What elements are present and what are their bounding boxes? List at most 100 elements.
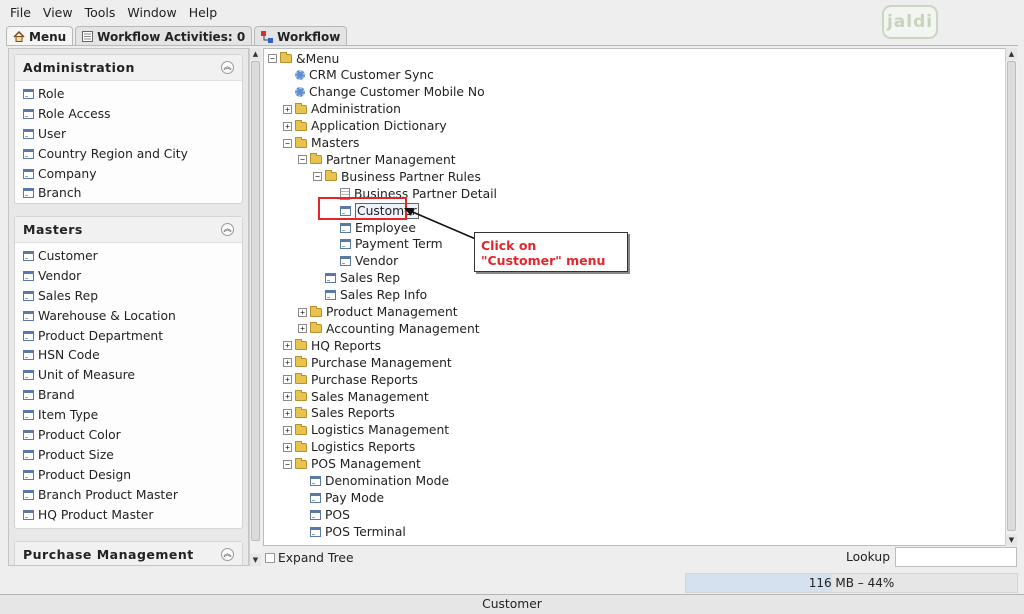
sidebar-item-company[interactable]: Company bbox=[15, 164, 242, 184]
expand-icon[interactable]: + bbox=[283, 375, 292, 385]
sidebar-item-role[interactable]: Role bbox=[15, 84, 242, 104]
tree-node[interactable]: + Accounting Management bbox=[298, 320, 480, 337]
collapse-icon[interactable]: − bbox=[298, 155, 307, 165]
scroll-down-icon[interactable]: ▼ bbox=[1006, 534, 1017, 546]
sidebar-item-country-region-city[interactable]: Country Region and City bbox=[15, 144, 242, 164]
window-icon bbox=[23, 410, 34, 421]
expand-icon[interactable]: + bbox=[283, 442, 292, 452]
tree-node[interactable]: + Application Dictionary bbox=[283, 118, 447, 135]
tree-node[interactable]: + Logistics Reports bbox=[283, 439, 415, 456]
sidebar-item-user[interactable]: User bbox=[15, 124, 242, 144]
tree-node-label: CRM Customer Sync bbox=[309, 68, 434, 83]
tree-node[interactable]: Change Customer Mobile No bbox=[283, 84, 485, 101]
section-purchase-management: Purchase Management ︽ bbox=[14, 541, 243, 565]
tree-node[interactable]: − &Menu bbox=[268, 50, 339, 67]
menu-view[interactable]: View bbox=[37, 5, 79, 20]
scroll-down-icon[interactable]: ▼ bbox=[250, 554, 261, 566]
tree-node[interactable]: + Purchase Reports bbox=[283, 371, 418, 388]
expand-tree-checkbox[interactable] bbox=[265, 553, 275, 563]
folder-icon bbox=[295, 339, 307, 351]
expand-icon[interactable]: + bbox=[298, 307, 307, 317]
tab-menu[interactable]: Menu bbox=[6, 26, 74, 46]
sidebar-item-vendor[interactable]: Vendor bbox=[15, 266, 242, 286]
sidebar-item-unit-of-measure[interactable]: Unit of Measure bbox=[15, 365, 242, 385]
collapse-icon[interactable]: − bbox=[268, 54, 277, 63]
expand-icon[interactable]: + bbox=[283, 425, 292, 435]
sidebar-item-branch-product-master[interactable]: Branch Product Master bbox=[15, 485, 242, 505]
sidebar-item-sales-rep[interactable]: Sales Rep bbox=[15, 286, 242, 306]
expand-icon[interactable]: + bbox=[283, 121, 292, 131]
tree-scroll-thumb[interactable] bbox=[1007, 61, 1016, 531]
tree-node[interactable]: POS Terminal bbox=[298, 523, 406, 540]
expand-icon[interactable]: + bbox=[283, 341, 292, 351]
tree-node[interactable]: + Sales Management bbox=[283, 388, 429, 405]
tree-node[interactable]: + Sales Reports bbox=[283, 405, 395, 422]
collapse-icon[interactable]: ︽ bbox=[221, 548, 234, 561]
sidebar-item-product-size[interactable]: Product Size bbox=[15, 445, 242, 465]
expand-icon[interactable]: + bbox=[283, 408, 292, 418]
tree-node[interactable]: Denomination Mode bbox=[298, 473, 449, 490]
sidebar-item-label: Role bbox=[38, 86, 65, 101]
menu-file[interactable]: File bbox=[4, 5, 37, 20]
tab-workflow-activities[interactable]: Workflow Activities: 0 bbox=[75, 26, 253, 46]
expand-icon[interactable]: + bbox=[298, 324, 307, 334]
expand-icon[interactable]: + bbox=[283, 104, 292, 114]
section-masters-header[interactable]: Masters ︽ bbox=[15, 217, 242, 243]
collapse-icon[interactable]: ︽ bbox=[221, 223, 234, 236]
tree-node[interactable]: Vendor bbox=[328, 253, 398, 270]
tree-node[interactable]: Sales Rep bbox=[313, 270, 400, 287]
scroll-up-icon[interactable]: ▲ bbox=[1006, 48, 1017, 60]
lookup-input[interactable] bbox=[895, 547, 1017, 567]
collapse-icon[interactable]: − bbox=[313, 172, 322, 182]
section-administration-header[interactable]: Administration ︽ bbox=[15, 55, 242, 81]
tree-node-label: Sales Management bbox=[311, 389, 429, 404]
tree-node[interactable]: + Logistics Management bbox=[283, 422, 449, 439]
expand-tree-toggle[interactable]: Expand Tree bbox=[265, 549, 354, 567]
section-purchase-management-header[interactable]: Purchase Management ︽ bbox=[15, 542, 242, 565]
sidebar-item-brand[interactable]: Brand bbox=[15, 385, 242, 405]
menu-window[interactable]: Window bbox=[121, 5, 182, 20]
scroll-up-icon[interactable]: ▲ bbox=[250, 48, 261, 60]
tree-node[interactable]: + Administration bbox=[283, 101, 401, 118]
tree-scrollbar[interactable]: ▲ ▼ bbox=[1005, 48, 1017, 546]
tree-node-label: Logistics Management bbox=[311, 423, 450, 438]
tree-node[interactable]: Sales Rep Info bbox=[313, 287, 427, 304]
sidebar-item-product-design[interactable]: Product Design bbox=[15, 465, 242, 485]
sidebar-item-product-color[interactable]: Product Color bbox=[15, 425, 242, 445]
sidebar-item-warehouse-location[interactable]: Warehouse & Location bbox=[15, 306, 242, 326]
sidebar-item-product-department[interactable]: Product Department bbox=[15, 326, 242, 346]
tab-workflow-activities-label: Workflow Activities: 0 bbox=[97, 29, 246, 44]
tree-node[interactable]: + HQ Reports bbox=[283, 337, 381, 354]
tree-node[interactable]: Pay Mode bbox=[298, 489, 384, 506]
tree-node-label: Logistics Reports bbox=[311, 440, 416, 455]
collapse-icon[interactable]: ︽ bbox=[221, 61, 234, 74]
tree-node[interactable]: + Product Management bbox=[298, 304, 458, 321]
sidebar-scroll-thumb[interactable] bbox=[251, 61, 260, 541]
sidebar-item-role-access[interactable]: Role Access bbox=[15, 104, 242, 124]
tree-node[interactable]: − Business Partner Rules bbox=[313, 168, 481, 185]
tree-node[interactable]: − Masters bbox=[283, 135, 359, 152]
tree-node[interactable]: + Purchase Management bbox=[283, 354, 452, 371]
tree-node[interactable]: − Partner Management bbox=[298, 151, 456, 168]
sidebar-item-hq-product-master[interactable]: HQ Product Master bbox=[15, 505, 242, 525]
tab-workflow[interactable]: Workflow bbox=[254, 26, 348, 46]
folder-icon bbox=[310, 153, 322, 165]
expand-icon[interactable]: + bbox=[283, 392, 292, 401]
collapse-icon[interactable]: − bbox=[283, 459, 292, 469]
window-icon bbox=[23, 509, 34, 520]
sidebar-item-branch[interactable]: Branch bbox=[15, 183, 242, 203]
sidebar-item-customer[interactable]: Customer bbox=[15, 246, 242, 266]
sidebar-item-label: Company bbox=[38, 166, 97, 181]
sidebar-item-hsn-code[interactable]: HSN Code bbox=[15, 345, 242, 365]
menu-help[interactable]: Help bbox=[183, 5, 224, 20]
tree-node[interactable]: POS bbox=[298, 506, 350, 523]
tree-node[interactable]: CRM Customer Sync bbox=[283, 67, 434, 84]
sidebar-item-item-type[interactable]: Item Type bbox=[15, 405, 242, 425]
sidebar-scrollbar[interactable]: ▲ ▼ bbox=[249, 48, 261, 566]
collapse-icon[interactable]: − bbox=[283, 138, 292, 148]
menu-tools[interactable]: Tools bbox=[79, 5, 122, 20]
tree-node[interactable]: − POS Management bbox=[283, 456, 421, 473]
tree-node-label: Purchase Management bbox=[311, 355, 452, 370]
expand-icon[interactable]: + bbox=[283, 358, 292, 368]
section-title: Administration bbox=[23, 60, 135, 75]
